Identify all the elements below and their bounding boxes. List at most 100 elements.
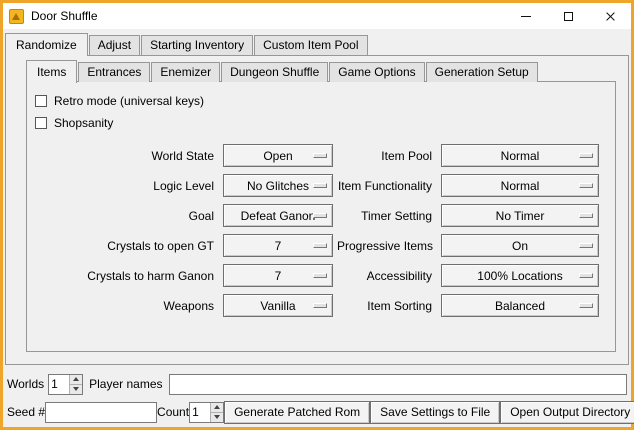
checkbox-label: Shopsanity	[54, 116, 113, 130]
logic-level-label: Logic Level	[33, 179, 219, 193]
checkbox-shopsanity[interactable]: Shopsanity	[33, 112, 615, 134]
dropdown-value: On	[512, 239, 528, 253]
seed-label: Seed #	[7, 405, 45, 419]
weapons-label: Weapons	[33, 299, 219, 313]
arrow-up-icon	[214, 405, 220, 409]
worlds-input[interactable]	[49, 375, 69, 394]
dropdown-indicator-icon	[313, 303, 327, 308]
tab-starting-inventory[interactable]: Starting Inventory	[141, 35, 253, 55]
accessibility-dropdown[interactable]: 100% Locations	[441, 264, 599, 287]
dropdown-indicator-icon	[579, 243, 593, 248]
items-pane: Retro mode (universal keys) Shopsanity W…	[26, 81, 616, 352]
dropdown-value: 7	[275, 239, 282, 253]
count-spin-down-button[interactable]	[211, 412, 223, 422]
worlds-spin-up-button[interactable]	[70, 375, 82, 384]
seed-input[interactable]	[45, 402, 157, 423]
dropdown-value: Normal	[501, 179, 540, 193]
save-settings-button[interactable]: Save Settings to File	[370, 401, 500, 424]
window-title: Door Shuffle	[31, 9, 98, 23]
dropdown-value: Vanilla	[260, 299, 295, 313]
tab-custom-item-pool[interactable]: Custom Item Pool	[254, 35, 367, 55]
secondary-notebook: Items Entrances Enemizer Dungeon Shuffle…	[26, 60, 616, 352]
crystals-open-gt-label: Crystals to open GT	[33, 239, 219, 253]
count-label: Count	[157, 405, 189, 419]
dropdown-value: 7	[275, 269, 282, 283]
checkbox-retro-mode[interactable]: Retro mode (universal keys)	[33, 90, 615, 112]
dropdown-value: Open	[263, 149, 292, 163]
world-state-dropdown[interactable]: Open	[223, 144, 333, 167]
arrow-down-icon	[73, 387, 79, 391]
item-sorting-dropdown[interactable]: Balanced	[441, 294, 599, 317]
generate-patched-rom-button[interactable]: Generate Patched Rom	[224, 401, 370, 424]
timer-setting-label: Timer Setting	[337, 209, 437, 223]
dropdown-indicator-icon	[313, 273, 327, 278]
open-output-directory-button[interactable]: Open Output Directory	[500, 401, 634, 424]
timer-setting-dropdown[interactable]: No Timer	[441, 204, 599, 227]
crystals-open-gt-dropdown[interactable]: 7	[223, 234, 333, 257]
checkbox-icon	[35, 117, 47, 129]
dropdown-indicator-icon	[313, 153, 327, 158]
primary-tabs: Randomize Adjust Starting Inventory Cust…	[5, 33, 629, 55]
options-grid: World State Open Item Pool Normal Logic …	[33, 144, 615, 317]
dropdown-value: Defeat Ganon	[241, 209, 316, 223]
item-sorting-label: Item Sorting	[337, 299, 437, 313]
dropdown-indicator-icon	[579, 273, 593, 278]
dropdown-indicator-icon	[313, 213, 327, 218]
window: Door Shuffle Randomize Adjust Starting I…	[0, 0, 634, 430]
titlebar: Door Shuffle	[3, 3, 631, 29]
tab-entrances[interactable]: Entrances	[78, 62, 150, 82]
maximize-icon	[564, 12, 573, 21]
checkbox-label: Retro mode (universal keys)	[54, 94, 204, 108]
progressive-items-dropdown[interactable]: On	[441, 234, 599, 257]
arrow-down-icon	[214, 415, 220, 419]
window-controls	[505, 3, 631, 29]
dialog-body: Randomize Adjust Starting Inventory Cust…	[3, 29, 631, 427]
dropdown-indicator-icon	[579, 153, 593, 158]
crystals-harm-ganon-dropdown[interactable]: 7	[223, 264, 333, 287]
tab-adjust[interactable]: Adjust	[89, 35, 140, 55]
worlds-spinbox	[48, 374, 83, 395]
tab-game-options[interactable]: Game Options	[329, 62, 424, 82]
crystals-harm-ganon-label: Crystals to harm Ganon	[33, 269, 219, 283]
close-button[interactable]	[589, 3, 631, 29]
accessibility-label: Accessibility	[337, 269, 437, 283]
bottom-bar: Worlds Player names Seed #	[7, 372, 627, 424]
checkbox-icon	[35, 95, 47, 107]
dropdown-value: Balanced	[495, 299, 545, 313]
worlds-label: Worlds	[7, 377, 44, 391]
seed-row: Seed # Count Generate Patched Rom Save S…	[7, 400, 627, 424]
tab-generation-setup[interactable]: Generation Setup	[426, 62, 538, 82]
dropdown-indicator-icon	[579, 183, 593, 188]
minimize-icon	[521, 16, 531, 17]
count-input[interactable]	[190, 403, 210, 422]
dropdown-value: No Glitches	[247, 179, 309, 193]
item-functionality-dropdown[interactable]: Normal	[441, 174, 599, 197]
tab-items[interactable]: Items	[26, 60, 77, 83]
arrow-up-icon	[73, 377, 79, 381]
player-names-input[interactable]	[169, 374, 628, 395]
secondary-tabs: Items Entrances Enemizer Dungeon Shuffle…	[26, 60, 616, 82]
goal-dropdown[interactable]: Defeat Ganon	[223, 204, 333, 227]
dropdown-indicator-icon	[579, 303, 593, 308]
primary-notebook: Randomize Adjust Starting Inventory Cust…	[5, 33, 629, 365]
item-pool-label: Item Pool	[337, 149, 437, 163]
app-icon	[9, 9, 24, 24]
player-names-label: Player names	[89, 377, 162, 391]
count-spin-up-button[interactable]	[211, 403, 223, 412]
worlds-row: Worlds Player names	[7, 372, 627, 396]
tab-enemizer[interactable]: Enemizer	[151, 62, 220, 82]
tab-randomize[interactable]: Randomize	[5, 33, 88, 56]
tab-dungeon-shuffle[interactable]: Dungeon Shuffle	[221, 62, 328, 82]
world-state-label: World State	[33, 149, 219, 163]
logic-level-dropdown[interactable]: No Glitches	[223, 174, 333, 197]
dropdown-indicator-icon	[313, 243, 327, 248]
weapons-dropdown[interactable]: Vanilla	[223, 294, 333, 317]
randomize-pane: Items Entrances Enemizer Dungeon Shuffle…	[5, 55, 629, 365]
dropdown-indicator-icon	[313, 183, 327, 188]
worlds-spin-down-button[interactable]	[70, 384, 82, 394]
maximize-button[interactable]	[547, 3, 589, 29]
dropdown-value: No Timer	[496, 209, 545, 223]
minimize-button[interactable]	[505, 3, 547, 29]
item-pool-dropdown[interactable]: Normal	[441, 144, 599, 167]
progressive-items-label: Progressive Items	[337, 239, 437, 253]
